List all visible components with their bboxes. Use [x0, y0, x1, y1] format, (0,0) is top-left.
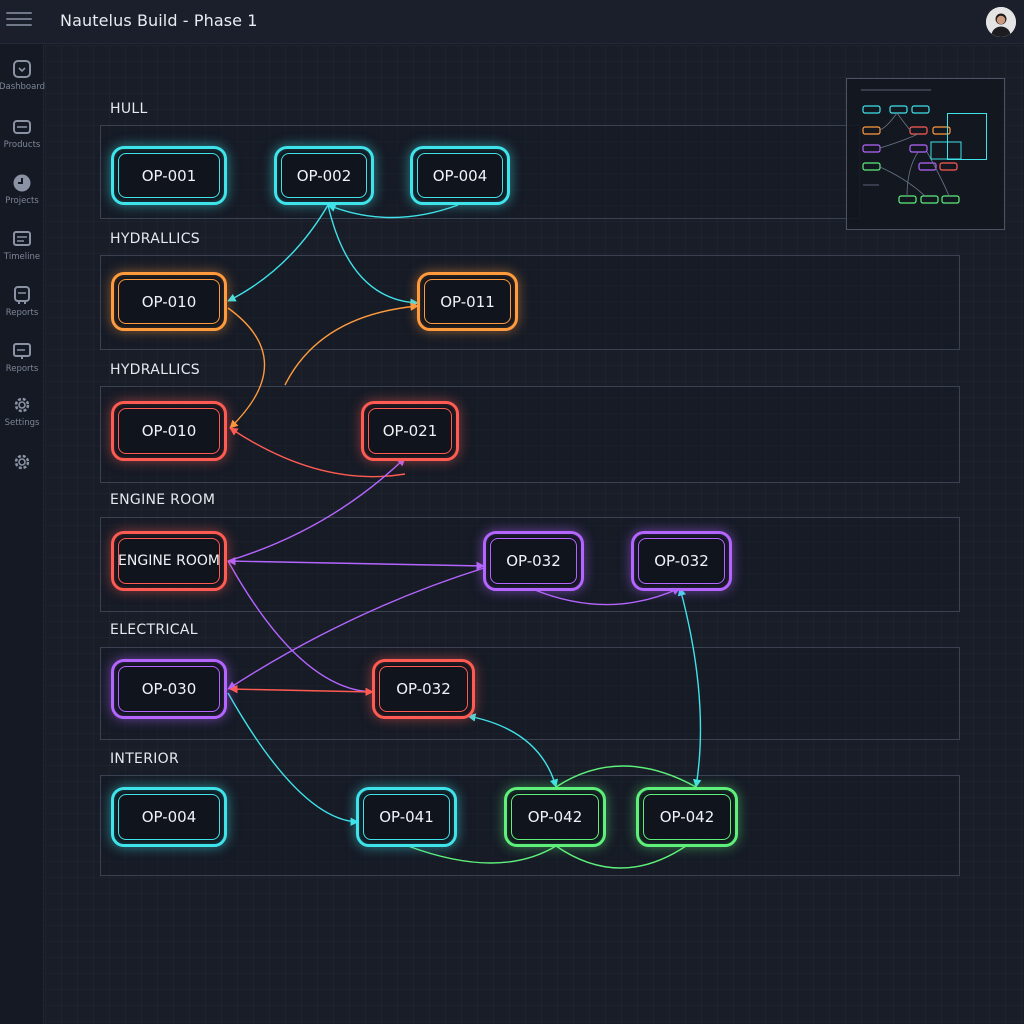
node-label: OP-032: [654, 552, 709, 570]
node-label: OP-032: [396, 680, 451, 698]
reports-icon: [13, 343, 31, 359]
node-op-004[interactable]: OP-004: [410, 146, 510, 205]
lane-label-hull: HULL: [110, 101, 148, 117]
sidebar-item-projects[interactable]: Projects: [0, 172, 44, 222]
node-op-042-b[interactable]: OP-042: [636, 787, 738, 847]
products-icon: [13, 120, 31, 134]
lane-label-hydrallics: HYDRALLICS: [110, 231, 200, 247]
node-op-010[interactable]: OP-010: [111, 272, 227, 331]
sidebar-item-label: Reports: [5, 308, 39, 318]
gear-icon: [14, 397, 30, 413]
node-op-032-b[interactable]: OP-032: [631, 531, 732, 591]
dashboard-icon: [13, 60, 31, 78]
sidebar-item-gear[interactable]: [0, 451, 44, 501]
sidebar-item-settings[interactable]: Settings: [0, 394, 44, 444]
node-op-032-a[interactable]: OP-032: [483, 531, 584, 591]
gear-icon: [14, 454, 30, 470]
reports-icon: [14, 286, 30, 304]
node-label: ENGINE ROOM: [118, 553, 220, 569]
node-op-001[interactable]: OP-001: [111, 146, 227, 205]
sidebar-item-label: Projects: [5, 196, 39, 206]
projects-icon: [13, 174, 31, 192]
node-label: OP-041: [379, 808, 434, 826]
node-op-011[interactable]: OP-011: [417, 272, 518, 331]
node-label: OP-042: [527, 808, 583, 826]
sidebar-item-label: Reports: [5, 364, 39, 374]
minimap-viewport-handle[interactable]: [947, 113, 987, 160]
node-label: OP-002: [296, 166, 352, 185]
sidebar-item-label: Products: [3, 140, 41, 150]
node-op-032-red[interactable]: OP-032: [372, 659, 475, 719]
node-engine-room[interactable]: ENGINE ROOM: [111, 531, 227, 591]
node-op-021[interactable]: OP-021: [361, 401, 459, 461]
sidebar: Dashboard Products Projects Timeline Rep…: [0, 44, 45, 1024]
lane-label-interior: INTERIOR: [110, 751, 180, 767]
node-label: OP-021: [382, 422, 438, 440]
lane-hydrallics-2: [100, 386, 960, 483]
timeline-icon: [13, 231, 31, 246]
sidebar-item-label: Dashboard: [0, 82, 46, 92]
node-label: OP-004: [141, 808, 197, 826]
lane-label-engine-room: ENGINE ROOM: [110, 492, 216, 508]
sidebar-item-timeline[interactable]: Timeline: [0, 228, 44, 278]
node-op-002[interactable]: OP-002: [274, 146, 374, 205]
node-op-010-red[interactable]: OP-010: [111, 401, 227, 461]
user-avatar-icon[interactable]: [986, 7, 1016, 37]
sidebar-item-dashboard[interactable]: Dashboard: [0, 58, 45, 108]
node-label: OP-032: [506, 552, 561, 570]
lane-electrical: [100, 647, 960, 740]
sidebar-item-label: Settings: [4, 418, 40, 428]
sidebar-item-reports[interactable]: Reports: [0, 284, 44, 334]
lane-hydrallics: [100, 255, 960, 350]
node-label: OP-010: [141, 422, 197, 440]
page-title: Nautelus Build - Phase 1: [60, 11, 258, 30]
node-op-004-interior[interactable]: OP-004: [111, 787, 227, 847]
node-label: OP-042: [659, 808, 715, 826]
app-header: Nautelus Build - Phase 1: [0, 0, 1024, 44]
node-label: OP-001: [141, 166, 197, 185]
node-op-042-a[interactable]: OP-042: [504, 787, 606, 847]
node-label: OP-004: [432, 166, 488, 185]
node-label: OP-010: [141, 292, 197, 311]
node-label: OP-030: [141, 680, 197, 698]
hamburger-menu-icon[interactable]: [6, 10, 32, 32]
sidebar-item-products[interactable]: Products: [0, 116, 44, 166]
node-label: OP-011: [440, 292, 495, 311]
lane-label-hydrallics-2: HYDRALLICS: [110, 362, 200, 378]
lane-label-electrical: ELECTRICAL: [110, 622, 198, 638]
node-op-041[interactable]: OP-041: [356, 787, 457, 847]
sidebar-item-reports-2[interactable]: Reports: [0, 340, 44, 390]
node-op-030[interactable]: OP-030: [111, 659, 227, 719]
sidebar-item-label: Timeline: [3, 252, 41, 262]
